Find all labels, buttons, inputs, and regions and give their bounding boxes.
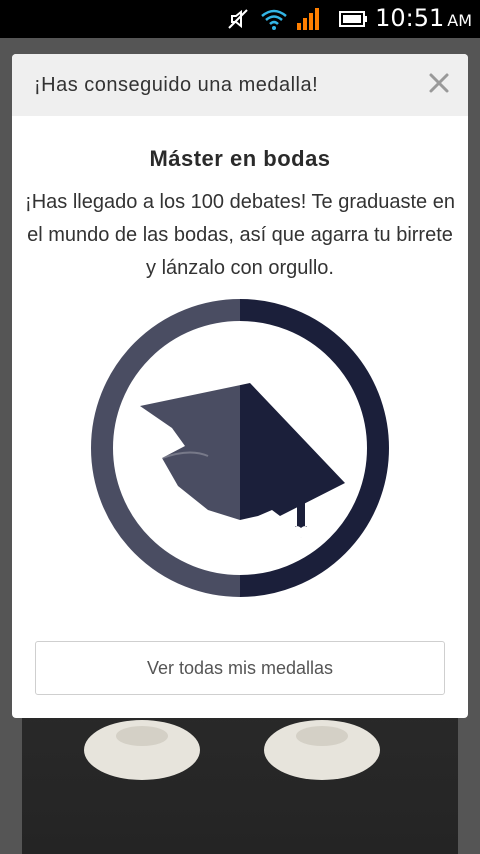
battery-icon xyxy=(339,11,367,27)
mute-icon xyxy=(228,9,248,29)
signal-icon xyxy=(297,8,319,30)
modal-header: ¡Has conseguido una medalla! xyxy=(12,54,468,116)
clock: 10:51 AM xyxy=(375,4,472,32)
see-all-medals-button[interactable]: Ver todas mis medallas xyxy=(35,641,445,695)
medal-modal: ¡Has conseguido una medalla! Máster en b… xyxy=(12,54,468,718)
graduation-cap-icon xyxy=(91,299,389,597)
medal-name: Máster en bodas xyxy=(149,146,331,171)
clock-time: 10:51 xyxy=(375,4,445,32)
close-icon[interactable] xyxy=(424,68,454,98)
modal-title: ¡Has conseguido una medalla! xyxy=(34,74,319,96)
clock-ampm: AM xyxy=(447,11,472,30)
status-bar: 10:51 AM xyxy=(0,0,480,38)
medal-description: ¡Has llegado a los 100 debates! Te gradu… xyxy=(25,191,455,279)
wifi-icon xyxy=(261,9,287,30)
status-icons xyxy=(226,6,368,32)
